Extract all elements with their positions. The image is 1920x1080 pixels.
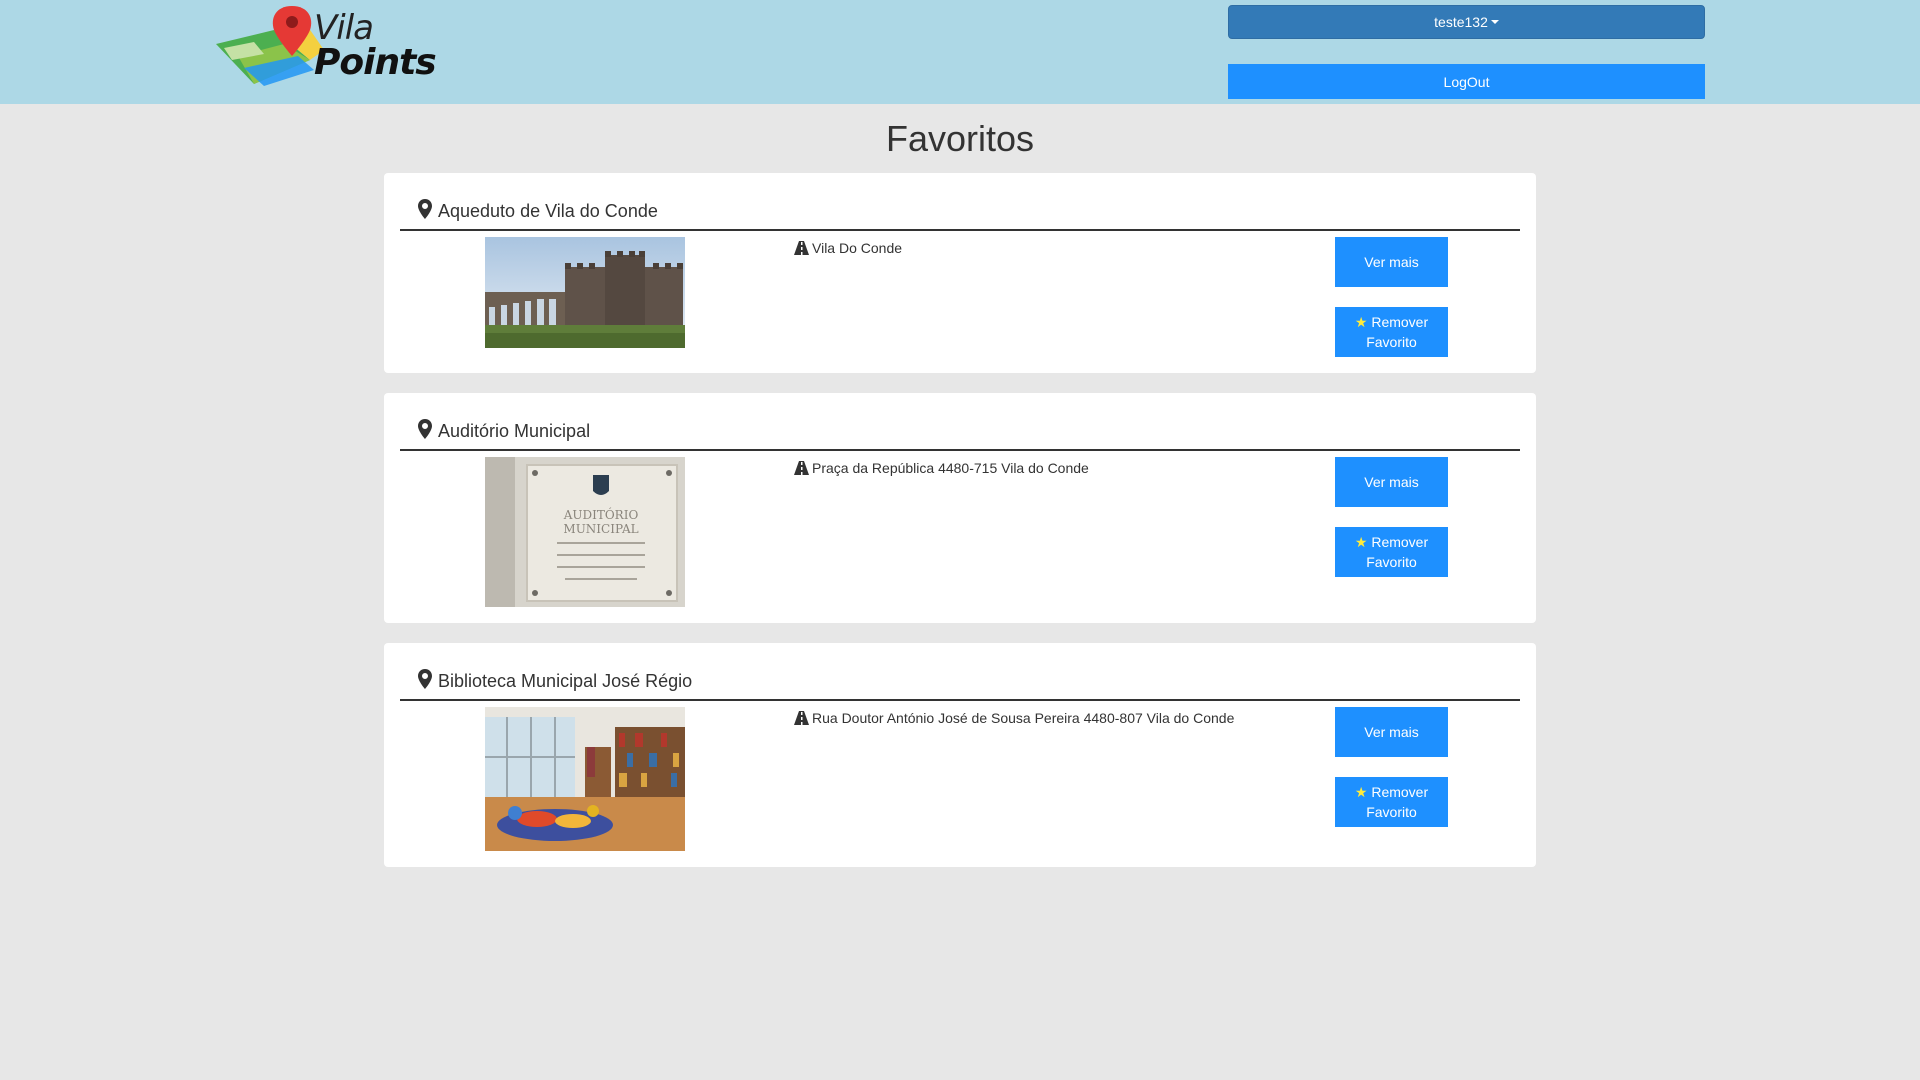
see-more-label: Ver mais (1364, 254, 1419, 270)
card-header: Auditório Municipal (400, 419, 1520, 451)
road-icon (794, 711, 809, 725)
see-more-label: Ver mais (1364, 724, 1419, 740)
remove-favorite-button[interactable]: ★ Remover Favorito (1335, 777, 1448, 827)
remove-favorite-button[interactable]: ★ Remover Favorito (1335, 527, 1448, 577)
caret-down-icon (1490, 20, 1499, 24)
place-image-auditorium: AUDITÓRIO MUNICIPAL (485, 457, 685, 607)
place-address: Rua Doutor António José de Sousa Pereira… (794, 710, 1234, 726)
place-name: Aqueduto de Vila do Conde (438, 201, 658, 221)
map-marker-icon (418, 199, 432, 219)
star-icon: ★ (1354, 314, 1368, 330)
plaque-text-2: MUNICIPAL (563, 522, 638, 536)
card-header: Biblioteca Municipal José Régio (400, 669, 1520, 701)
user-name: teste132 (1434, 14, 1488, 30)
road-icon (794, 241, 809, 255)
favorite-label: Favorito (1366, 334, 1417, 350)
place-address: Vila Do Conde (794, 240, 902, 256)
top-navbar: Vila Points teste132 LogOut (0, 0, 1920, 104)
place-name: Biblioteca Municipal José Régio (438, 671, 693, 691)
logout-label: LogOut (1443, 73, 1490, 90)
remove-label: Remover (1371, 534, 1429, 550)
address-text: Vila Do Conde (812, 240, 903, 256)
page-title: Favoritos (885, 118, 1035, 159)
remove-label: Remover (1371, 784, 1429, 800)
star-icon: ★ (1354, 534, 1368, 550)
user-dropdown-button[interactable]: teste132 (1228, 5, 1705, 39)
see-more-button[interactable]: Ver mais (1335, 237, 1448, 287)
favorite-label: Favorito (1366, 804, 1417, 820)
place-name: Auditório Municipal (438, 421, 591, 441)
map-marker-icon (418, 669, 432, 689)
road-icon (794, 461, 809, 475)
remove-favorite-line1: ★ Remover (1355, 782, 1428, 802)
vila-points-logo[interactable]: Vila Points (214, 4, 437, 88)
favorite-card: Aqueduto de Vila do Conde Vila Do Conde … (384, 173, 1536, 373)
place-image-library (485, 707, 685, 851)
address-text: Rua Doutor António José de Sousa Pereira… (812, 710, 1235, 726)
see-more-button[interactable]: Ver mais (1335, 707, 1448, 757)
see-more-button[interactable]: Ver mais (1335, 457, 1448, 507)
remove-label: Remover (1371, 314, 1429, 330)
map-marker-icon (418, 419, 432, 439)
card-header: Aqueduto de Vila do Conde (400, 199, 1520, 231)
place-address: Praça da República 4480-715 Vila do Cond… (794, 460, 1089, 476)
favorite-label: Favorito (1366, 554, 1417, 570)
remove-favorite-line1: ★ Remover (1355, 532, 1428, 552)
star-icon: ★ (1354, 784, 1368, 800)
favorite-card: Auditório Municipal AUDITÓRIO MUNICIPAL … (384, 393, 1536, 623)
favorite-card: Biblioteca Municipal José Régio Rua Dout… (384, 643, 1536, 867)
plaque-text-1: AUDITÓRIO (563, 506, 639, 522)
see-more-label: Ver mais (1364, 474, 1419, 490)
remove-favorite-button[interactable]: ★ Remover Favorito (1335, 307, 1448, 357)
logout-button[interactable]: LogOut (1228, 64, 1705, 99)
place-image-aqueduct (485, 237, 685, 348)
remove-favorite-line1: ★ Remover (1355, 312, 1428, 332)
logo-text-points: Points (314, 42, 437, 83)
address-text: Praça da República 4480-715 Vila do Cond… (812, 460, 1089, 476)
